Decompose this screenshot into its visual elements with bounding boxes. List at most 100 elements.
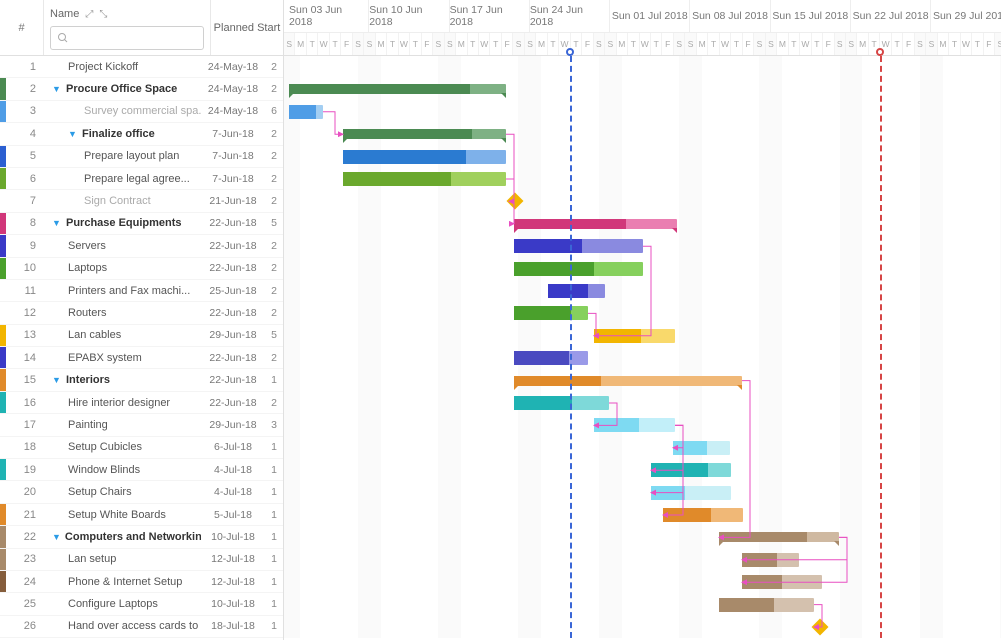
- task-row[interactable]: 17Painting29-Jun-183: [0, 414, 283, 436]
- task-row[interactable]: 19Window Blinds4-Jul-181: [0, 459, 283, 481]
- task-start-date: 22-Jun-18: [201, 307, 265, 319]
- task-bar[interactable]: [514, 262, 643, 276]
- task-row[interactable]: 21Setup White Boards5-Jul-181: [0, 504, 283, 526]
- task-name: ▼Finalize office: [44, 128, 201, 140]
- task-bar[interactable]: [742, 553, 799, 567]
- task-start-date: 22-Jun-18: [201, 352, 265, 364]
- task-row[interactable]: 12Routers22-Jun-182: [0, 302, 283, 324]
- task-duration: 2: [265, 240, 283, 252]
- week-header[interactable]: Sun 01 Jul 2018: [610, 0, 690, 32]
- week-header[interactable]: Sun 22 Jul 2018: [851, 0, 931, 32]
- task-row[interactable]: 4▼Finalize office7-Jun-182: [0, 123, 283, 145]
- task-row[interactable]: 26Hand over access cards to t...18-Jul-1…: [0, 616, 283, 638]
- summary-bar[interactable]: [289, 84, 506, 94]
- task-duration: 2: [265, 262, 283, 274]
- row-number: 22: [6, 531, 44, 543]
- task-row[interactable]: 7Sign Contract21-Jun-182: [0, 190, 283, 212]
- task-row[interactable]: 9Servers22-Jun-182: [0, 235, 283, 257]
- search-input[interactable]: [50, 26, 204, 50]
- summary-bar[interactable]: [514, 219, 677, 229]
- task-duration: 1: [265, 441, 283, 453]
- caret-down-icon[interactable]: ▼: [52, 218, 62, 228]
- caret-down-icon[interactable]: ▼: [52, 532, 61, 542]
- gantt-chart[interactable]: Sun 03 Jun 2018Sun 10 Jun 2018Sun 17 Jun…: [284, 0, 1001, 640]
- task-name: Prepare layout plan: [44, 150, 201, 162]
- task-bar[interactable]: [514, 239, 643, 253]
- task-row[interactable]: 16Hire interior designer22-Jun-182: [0, 392, 283, 414]
- day-header: S: [926, 33, 937, 55]
- task-row[interactable]: 6Prepare legal agree...7-Jun-182: [0, 168, 283, 190]
- caret-down-icon[interactable]: ▼: [68, 129, 78, 139]
- end-line: [880, 56, 882, 638]
- task-bar[interactable]: [594, 418, 675, 432]
- task-row[interactable]: 25Configure Laptops10-Jul-181: [0, 593, 283, 615]
- today-line: [570, 56, 572, 638]
- task-row[interactable]: 3Survey commercial spa...24-May-186: [0, 101, 283, 123]
- task-name: Setup White Boards: [44, 509, 201, 521]
- week-header[interactable]: Sun 15 Jul 2018: [771, 0, 851, 32]
- day-header: S: [594, 33, 605, 55]
- row-number: 6: [6, 173, 44, 185]
- task-bar[interactable]: [343, 172, 506, 186]
- week-header[interactable]: Sun 08 Jul 2018: [690, 0, 770, 32]
- task-start-date: 12-Jul-18: [201, 576, 265, 588]
- summary-bar[interactable]: [719, 532, 839, 542]
- task-bar[interactable]: [651, 463, 731, 477]
- task-bar[interactable]: [548, 284, 605, 298]
- task-row[interactable]: 1Project Kickoff24-May-182: [0, 56, 283, 78]
- week-header[interactable]: Sun 17 Jun 2018: [450, 0, 530, 32]
- task-bar[interactable]: [673, 441, 730, 455]
- task-row[interactable]: 23Lan setup12-Jul-181: [0, 549, 283, 571]
- col-header-start[interactable]: Planned Start: [211, 0, 283, 55]
- week-header[interactable]: Sun 03 Jun 2018: [289, 0, 369, 32]
- task-row[interactable]: 13Lan cables29-Jun-185: [0, 325, 283, 347]
- row-number: 18: [6, 441, 44, 453]
- task-row[interactable]: 2▼Procure Office Space24-May-182: [0, 78, 283, 100]
- task-bar[interactable]: [514, 396, 609, 410]
- task-row[interactable]: 20Setup Chairs4-Jul-181: [0, 481, 283, 503]
- task-bar[interactable]: [514, 351, 588, 365]
- task-row[interactable]: 15▼Interiors22-Jun-181: [0, 369, 283, 391]
- task-bar[interactable]: [742, 575, 822, 589]
- task-row[interactable]: 11Printers and Fax machi...25-Jun-182: [0, 280, 283, 302]
- task-start-date: 22-Jun-18: [201, 217, 265, 229]
- task-duration: 1: [265, 374, 283, 386]
- task-duration: 2: [265, 128, 283, 140]
- task-bar[interactable]: [719, 598, 814, 612]
- task-bar[interactable]: [343, 150, 506, 164]
- day-header: W: [961, 33, 972, 55]
- task-bar[interactable]: [514, 306, 588, 320]
- task-row[interactable]: 22▼Computers and Networking10-Jul-181: [0, 526, 283, 548]
- day-header: S: [513, 33, 524, 55]
- summary-bar[interactable]: [343, 129, 506, 139]
- task-row[interactable]: 24Phone & Internet Setup12-Jul-181: [0, 571, 283, 593]
- day-header: S: [766, 33, 777, 55]
- collapse-icon[interactable]: ⤡: [99, 9, 107, 20]
- task-bar[interactable]: [663, 508, 743, 522]
- milestone-icon[interactable]: [812, 619, 829, 636]
- day-header: M: [697, 33, 708, 55]
- expand-icon[interactable]: ⤢: [85, 9, 93, 20]
- task-bar[interactable]: [289, 105, 323, 119]
- day-header: W: [399, 33, 410, 55]
- task-start-date: 10-Jul-18: [201, 598, 265, 610]
- col-header-index[interactable]: #: [0, 0, 44, 55]
- task-start-date: 22-Jun-18: [201, 262, 265, 274]
- week-header[interactable]: Sun 10 Jun 2018: [369, 0, 449, 32]
- task-row[interactable]: 18Setup Cubicles6-Jul-181: [0, 437, 283, 459]
- task-row[interactable]: 5Prepare layout plan7-Jun-182: [0, 146, 283, 168]
- task-bar[interactable]: [651, 486, 731, 500]
- week-header[interactable]: Sun 24 Jun 2018: [530, 0, 610, 32]
- task-row[interactable]: 14EPABX system22-Jun-182: [0, 347, 283, 369]
- task-row[interactable]: 8▼Purchase Equipments22-Jun-185: [0, 213, 283, 235]
- task-row[interactable]: 10Laptops22-Jun-182: [0, 258, 283, 280]
- task-duration: 5: [265, 217, 283, 229]
- col-header-name[interactable]: Name ⤢ ⤡: [44, 0, 211, 55]
- summary-bar[interactable]: [514, 376, 742, 386]
- caret-down-icon[interactable]: ▼: [52, 375, 62, 385]
- task-bar[interactable]: [594, 329, 675, 343]
- caret-down-icon[interactable]: ▼: [52, 84, 62, 94]
- day-header: S: [674, 33, 685, 55]
- week-header[interactable]: Sun 29 Jul 2018: [931, 0, 1001, 32]
- grid-header: # Name ⤢ ⤡ Planned Start: [0, 0, 283, 56]
